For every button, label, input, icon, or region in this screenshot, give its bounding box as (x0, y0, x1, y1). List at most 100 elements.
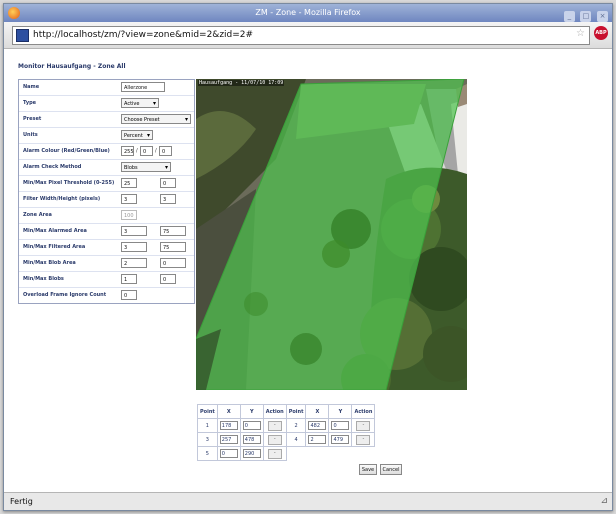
col-header: X (305, 404, 330, 419)
blob-area-min-input[interactable]: 2 (121, 258, 147, 268)
browser-window: ZM - Zone - Mozilla Firefox _ □ × http:/… (3, 3, 613, 511)
point-x-input[interactable]: 178 (219, 421, 238, 430)
alarm-blue-input[interactable]: 0 (159, 146, 172, 156)
form-row-blobs: Min/Max Blobs 1 0 (19, 272, 194, 288)
form-row-filtered-area: Min/Max Filtered Area 3 75 (19, 240, 194, 256)
filter-height-input[interactable]: 3 (160, 194, 176, 204)
firefox-icon (8, 7, 20, 19)
zone-points-table: Point X Y Action Point X Y Action 1 178 … (197, 404, 376, 461)
points-row: 5 0 290 - (197, 446, 375, 461)
point-x-input[interactable]: 257 (219, 435, 238, 444)
form-row-check-method: Alarm Check Method Blobs (19, 160, 194, 176)
col-header: X (216, 404, 241, 419)
title-bar: ZM - Zone - Mozilla Firefox _ □ × (4, 4, 612, 22)
site-icon (16, 29, 29, 42)
remove-point-button[interactable]: - (267, 434, 282, 445)
check-method-select[interactable]: Blobs (121, 162, 171, 173)
units-select[interactable]: Percent (121, 130, 153, 141)
preset-select[interactable]: Choose Preset (121, 114, 191, 125)
col-header: Y (239, 404, 264, 419)
blobs-min-input[interactable]: 1 (121, 274, 137, 284)
point-y-input[interactable]: 478 (242, 435, 261, 444)
adblock-icon[interactable]: ABP (594, 26, 608, 40)
filter-size-label: Filter Width/Height (pixels) (23, 196, 101, 202)
col-header: Point (285, 404, 307, 419)
remove-point-button[interactable]: - (267, 420, 282, 431)
form-row-zone-area: Zone Area 100 (19, 208, 194, 224)
check-method-label: Alarm Check Method (23, 164, 82, 170)
url-text[interactable]: http://localhost/zm/?view=zone&mid=2&zid… (33, 27, 253, 44)
point-x-input[interactable]: 0 (219, 449, 238, 458)
alarmed-area-max-input[interactable]: 75 (160, 226, 186, 236)
units-label: Units (23, 132, 38, 138)
zone-area-label: Zone Area (23, 212, 52, 218)
point-number: 1 (197, 418, 218, 433)
form-row-pixel-threshold: Min/Max Pixel Threshold (0-255) 25 0 (19, 176, 194, 192)
point-number: 3 (197, 432, 218, 447)
form-row-type: Type Active (19, 96, 194, 112)
name-input[interactable]: Allerzone (121, 82, 165, 92)
page-content: Monitor Hausaufgang - Zone All Name Alle… (4, 49, 612, 492)
pixel-threshold-min-input[interactable]: 25 (121, 178, 137, 188)
filtered-area-max-input[interactable]: 75 (160, 242, 186, 252)
maximize-button[interactable]: □ (580, 11, 592, 22)
form-row-preset: Preset Choose Preset (19, 112, 194, 128)
point-number: 2 (285, 418, 307, 433)
blob-area-label: Min/Max Blob Area (23, 260, 76, 266)
remove-point-button[interactable]: - (267, 448, 282, 459)
colour-separator: / (155, 148, 157, 154)
blobs-max-input[interactable]: 0 (160, 274, 176, 284)
type-select[interactable]: Active (121, 98, 159, 109)
filter-width-input[interactable]: 3 (121, 194, 137, 204)
col-header: Point (197, 404, 218, 419)
form-row-units: Units Percent (19, 128, 194, 144)
preset-label: Preset (23, 116, 42, 122)
blob-area-max-input[interactable]: 0 (160, 258, 186, 268)
point-y-input[interactable]: 0 (331, 421, 350, 430)
form-row-blob-area: Min/Max Blob Area 2 0 (19, 256, 194, 272)
remove-point-button[interactable]: - (356, 434, 371, 445)
filtered-area-min-input[interactable]: 3 (121, 242, 147, 252)
overload-label: Overload Frame Ignore Count (23, 292, 107, 298)
window-title: ZM - Zone - Mozilla Firefox (255, 8, 361, 17)
alarm-green-input[interactable]: 0 (140, 146, 153, 156)
remove-point-button[interactable]: - (356, 420, 371, 431)
point-number: 4 (285, 432, 307, 447)
resize-grip-icon[interactable]: ⊿ (600, 496, 608, 506)
pixel-threshold-label: Min/Max Pixel Threshold (0-255) (23, 180, 115, 186)
bookmark-star-icon[interactable]: ☆ (576, 28, 585, 39)
close-button[interactable]: × (597, 11, 608, 22)
alarm-red-input[interactable]: 255 (121, 146, 134, 156)
col-header: Action (262, 404, 287, 419)
status-bar: Fertig ⊿ (4, 492, 612, 510)
point-y-input[interactable]: 0 (242, 421, 261, 430)
overload-input[interactable]: 0 (121, 290, 137, 300)
save-button[interactable]: Save (359, 464, 377, 475)
pixel-threshold-max-input[interactable]: 0 (160, 178, 176, 188)
point-y-input[interactable]: 290 (242, 449, 261, 458)
points-row: 3 257 478 - 4 2 479 - (197, 432, 376, 447)
point-y-input[interactable]: 479 (331, 435, 350, 444)
name-label: Name (23, 84, 40, 90)
empty-cell (286, 447, 375, 461)
col-header: Action (351, 404, 376, 419)
col-header: Y (328, 404, 353, 419)
blobs-label: Min/Max Blobs (23, 276, 64, 282)
points-row: 1 178 0 - 2 482 0 - (197, 418, 376, 433)
url-bar[interactable]: http://localhost/zm/?view=zone&mid=2&zid… (12, 26, 590, 45)
point-x-input[interactable]: 482 (308, 421, 327, 430)
cancel-button[interactable]: Cancel (380, 464, 402, 475)
minimize-button[interactable]: _ (563, 11, 575, 22)
camera-timestamp: Hausaufgang - 11/07/10 17:09 (198, 80, 285, 86)
points-header-row: Point X Y Action Point X Y Action (197, 404, 376, 419)
point-x-input[interactable]: 2 (308, 435, 327, 444)
navigation-bar: http://localhost/zm/?view=zone&mid=2&zid… (4, 22, 612, 49)
zone-settings-table: Name Allerzone Type Active Preset Choose… (18, 79, 195, 304)
form-row-alarmed-area: Min/Max Alarmed Area 3 75 (19, 224, 194, 240)
form-row-filter-size: Filter Width/Height (pixels) 3 3 (19, 192, 194, 208)
point-number: 5 (197, 446, 218, 461)
alarmed-area-min-input[interactable]: 3 (121, 226, 147, 236)
zone-area-input: 100 (121, 210, 137, 220)
alarm-colour-label: Alarm Colour (Red/Green/Blue) (23, 148, 110, 154)
filtered-area-label: Min/Max Filtered Area (23, 244, 86, 250)
